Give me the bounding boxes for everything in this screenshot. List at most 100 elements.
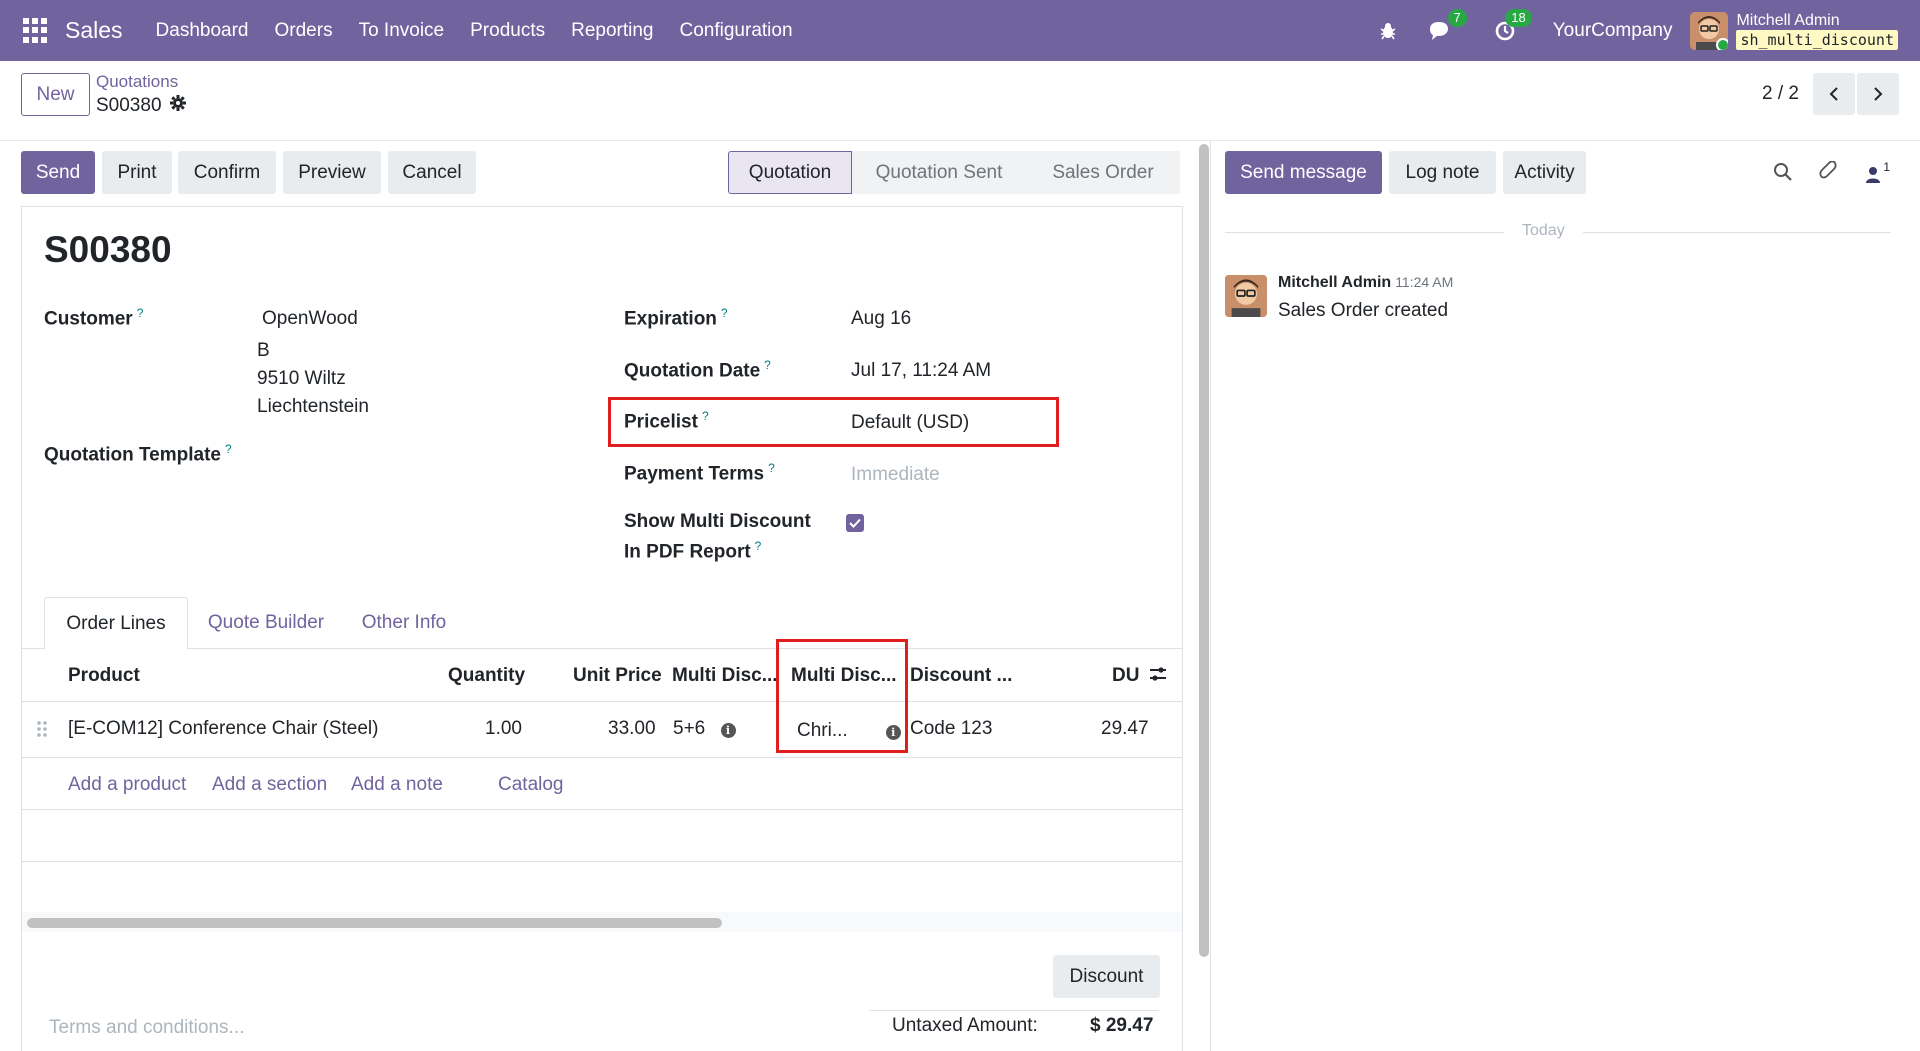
order-lines-header: Product Quantity Unit Price Multi Disc..… <box>22 650 1182 702</box>
expiration-field[interactable]: Aug 16 <box>851 308 911 330</box>
stage-quotation[interactable]: Quotation <box>728 151 852 194</box>
add-line-row: Add a product Add a section Add a note C… <box>22 758 1182 810</box>
payment-terms-label: Payment Terms? <box>624 461 775 485</box>
chatter-panel: Send message Log note Activity 1 Today M… <box>1210 141 1920 1051</box>
user-name: Mitchell Admin <box>1736 11 1840 29</box>
menu-products[interactable]: Products <box>470 20 545 42</box>
quotation-date-label: Quotation Date? <box>624 358 771 382</box>
user-menu[interactable]: Mitchell Admin sh_multi_discount <box>1736 12 1898 50</box>
help-tooltip-icon[interactable]: ? <box>721 306 728 320</box>
horizontal-scrollbar[interactable] <box>27 918 722 928</box>
status-bar: Quotation Quotation Sent Sales Order <box>728 151 1180 194</box>
cancel-button[interactable]: Cancel <box>388 151 476 194</box>
table-row[interactable]: [E-COM12] Conference Chair (Steel) 1.00 … <box>22 702 1182 758</box>
help-tooltip-icon[interactable]: ? <box>702 409 709 423</box>
date-separator-label: Today <box>1504 222 1583 240</box>
pager-next-button[interactable] <box>1857 73 1899 115</box>
cell-du[interactable]: 29.47 <box>1101 718 1149 740</box>
followers-icon[interactable]: 1 <box>1865 160 1890 184</box>
drag-handle-icon[interactable] <box>36 720 48 744</box>
print-button[interactable]: Print <box>102 151 172 194</box>
messages-icon[interactable]: 7 <box>1427 8 1467 44</box>
tab-order-lines[interactable]: Order Lines <box>44 597 188 650</box>
cell-discount-code[interactable]: Code 123 <box>910 718 992 740</box>
totals-divider <box>869 1010 1159 1011</box>
catalog-link[interactable]: Catalog <box>498 774 564 796</box>
help-tooltip-icon[interactable]: ? <box>137 306 144 320</box>
payment-terms-input[interactable]: Immediate <box>851 464 940 486</box>
gear-icon[interactable] <box>169 95 186 117</box>
column-quantity[interactable]: Quantity <box>448 665 525 687</box>
app-grid-icon[interactable] <box>23 17 49 44</box>
column-du[interactable]: DU <box>1112 665 1139 687</box>
message-author: Mitchell Admin 11:24 AM <box>1278 274 1454 291</box>
untaxed-amount-label: Untaxed Amount: <box>892 1015 1038 1036</box>
column-product[interactable]: Product <box>68 665 140 687</box>
messages-count-badge: 7 <box>1447 8 1467 27</box>
add-note-link[interactable]: Add a note <box>351 774 443 796</box>
quotation-date-field[interactable]: Jul 17, 11:24 AM <box>851 360 991 382</box>
column-multi-discount-1[interactable]: Multi Disc... <box>672 665 778 687</box>
help-tooltip-icon[interactable]: ? <box>225 442 232 456</box>
add-section-link[interactable]: Add a section <box>212 774 327 796</box>
confirm-button[interactable]: Confirm <box>178 151 276 194</box>
discount-button[interactable]: Discount <box>1053 955 1160 998</box>
empty-row <box>22 862 1182 914</box>
pager-previous-button[interactable] <box>1813 73 1855 115</box>
activity-button[interactable]: Activity <box>1503 151 1586 194</box>
tab-other-info[interactable]: Other Info <box>344 597 464 649</box>
customer-label: Customer? <box>44 306 144 330</box>
cell-quantity[interactable]: 1.00 <box>485 718 522 740</box>
optional-columns-toggle-icon[interactable] <box>1148 665 1168 689</box>
column-unit-price[interactable]: Unit Price <box>573 665 662 687</box>
cell-product[interactable]: [E-COM12] Conference Chair (Steel) <box>68 718 378 740</box>
chevron-left-icon <box>1829 87 1838 101</box>
quotation-template-label: Quotation Template? <box>44 442 232 466</box>
debug-bug-icon[interactable] <box>1375 18 1401 44</box>
menu-configuration[interactable]: Configuration <box>680 20 793 42</box>
menu-orders[interactable]: Orders <box>275 20 333 42</box>
pager-value: 2 / 2 <box>1762 83 1799 104</box>
send-message-button[interactable]: Send message <box>1225 151 1382 194</box>
stage-sales-order[interactable]: Sales Order <box>1026 151 1180 194</box>
customer-name[interactable]: OpenWood <box>262 308 358 330</box>
message-author-avatar[interactable] <box>1225 275 1267 317</box>
send-button[interactable]: Send <box>21 151 95 194</box>
menu-reporting[interactable]: Reporting <box>571 20 653 42</box>
vertical-scrollbar[interactable] <box>1199 144 1209 957</box>
stage-quotation-sent[interactable]: Quotation Sent <box>852 151 1026 194</box>
column-discount-code[interactable]: Discount ... <box>910 665 1012 687</box>
paperclip-icon[interactable] <box>1819 160 1839 189</box>
search-icon[interactable] <box>1773 162 1793 188</box>
new-button[interactable]: New <box>21 73 90 116</box>
help-tooltip-icon[interactable]: ? <box>768 461 775 475</box>
help-tooltip-icon[interactable]: ? <box>764 358 771 372</box>
top-navbar: Sales Dashboard Orders To Invoice Produc… <box>0 0 1920 61</box>
terms-conditions-input[interactable]: Terms and conditions... <box>49 1017 244 1039</box>
user-avatar[interactable] <box>1690 11 1729 50</box>
app-name[interactable]: Sales <box>65 17 123 44</box>
database-name: sh_multi_discount <box>1736 29 1898 50</box>
activities-clock-icon[interactable]: 18 <box>1492 8 1532 44</box>
tab-quote-builder[interactable]: Quote Builder <box>196 597 336 649</box>
preview-button[interactable]: Preview <box>283 151 381 194</box>
company-switcher[interactable]: YourCompany <box>1553 20 1673 42</box>
show-multi-discount-label-line1: Show Multi Discount <box>624 511 811 532</box>
show-multi-discount-checkbox[interactable] <box>846 514 864 532</box>
menu-to-invoice[interactable]: To Invoice <box>359 20 445 42</box>
add-product-link[interactable]: Add a product <box>68 774 186 796</box>
show-multi-discount-label-line2: In PDF Report? <box>624 539 762 563</box>
cell-unit-price[interactable]: 33.00 <box>608 718 656 740</box>
info-icon[interactable]: i <box>720 723 736 738</box>
pricelist-field[interactable]: Default (USD) <box>851 412 969 434</box>
activities-count-badge: 18 <box>1505 8 1532 27</box>
checkmark-icon <box>849 518 861 528</box>
breadcrumb-quotations[interactable]: Quotations <box>96 72 178 92</box>
log-note-button[interactable]: Log note <box>1389 151 1496 194</box>
record-title: S00380 <box>44 229 172 270</box>
chatter-toolbar-icons: 1 <box>1773 160 1890 189</box>
cell-multi-discount-1[interactable]: 5+6 i <box>673 718 736 740</box>
menu-dashboard[interactable]: Dashboard <box>156 20 249 42</box>
help-tooltip-icon[interactable]: ? <box>755 539 762 553</box>
customer-address-line1: B <box>257 340 270 361</box>
